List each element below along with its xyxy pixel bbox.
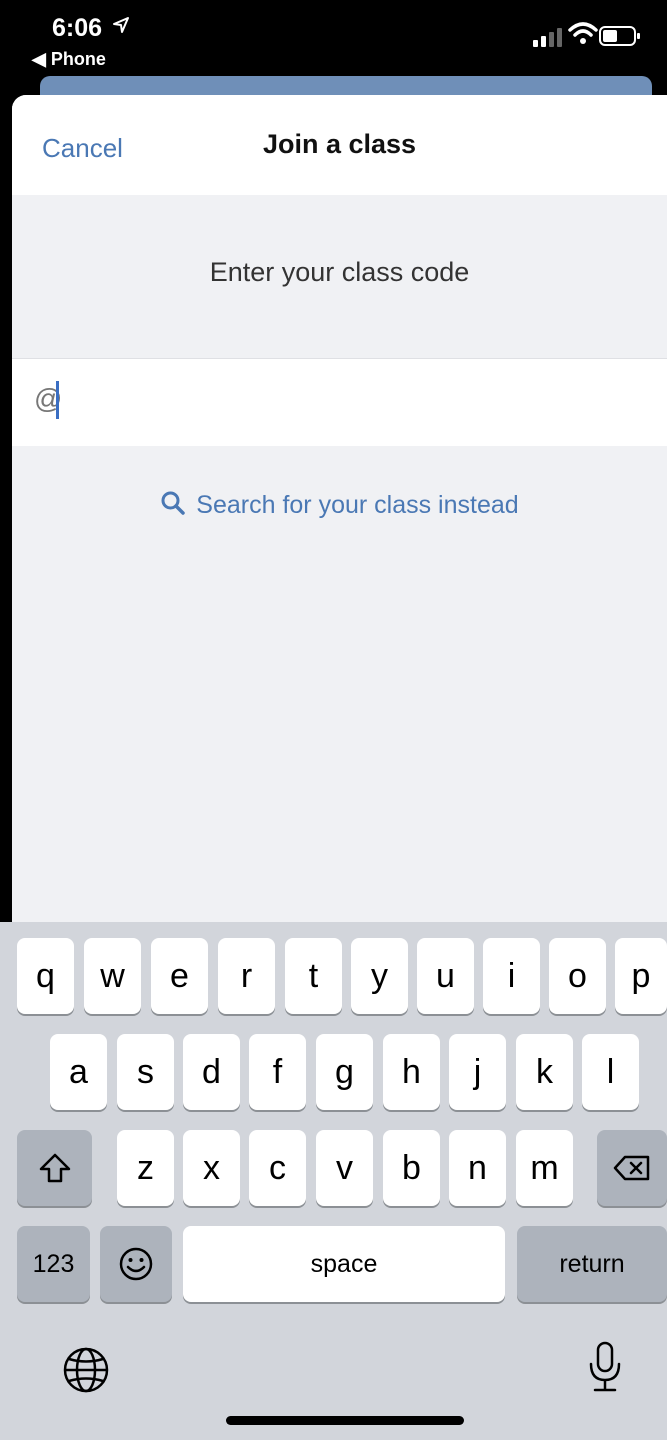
key-h[interactable]: h (383, 1034, 440, 1110)
space-key[interactable]: space (183, 1226, 505, 1302)
key-o[interactable]: o (549, 938, 606, 1014)
search-icon (161, 491, 186, 515)
key-e[interactable]: e (151, 938, 208, 1014)
key-w[interactable]: w (84, 938, 141, 1014)
battery-icon (599, 26, 640, 46)
key-b[interactable]: b (383, 1130, 440, 1206)
keyboard: q w e r t y u i o p a s d f g h j k l z … (0, 922, 667, 1440)
key-j[interactable]: j (449, 1034, 506, 1110)
key-n[interactable]: n (449, 1130, 506, 1206)
key-d[interactable]: d (183, 1034, 240, 1110)
key-y[interactable]: y (351, 938, 408, 1014)
class-code-prompt: Enter your class code (209, 257, 470, 287)
numbers-key[interactable]: 123 (17, 1226, 90, 1302)
shift-key[interactable] (17, 1130, 92, 1206)
key-g[interactable]: g (316, 1034, 373, 1110)
key-c[interactable]: c (249, 1130, 306, 1206)
location-arrow-icon (113, 17, 129, 33)
backspace-key[interactable] (597, 1130, 667, 1206)
microphone-icon[interactable] (585, 1340, 625, 1396)
key-x[interactable]: x (183, 1130, 240, 1206)
search-class-link[interactable]: Search for your class instead (12, 490, 667, 520)
page-title: Join a class (262, 129, 417, 159)
status-time: 6:06 (52, 14, 103, 42)
text-caret (56, 381, 59, 419)
key-p[interactable]: p (615, 938, 667, 1014)
nav-bar: Cancel Join a class (12, 95, 667, 195)
key-m[interactable]: m (516, 1130, 573, 1206)
key-v[interactable]: v (316, 1130, 373, 1206)
return-key[interactable]: return (517, 1226, 667, 1302)
key-q[interactable]: q (17, 938, 74, 1014)
key-r[interactable]: r (218, 938, 275, 1014)
shift-arrow-icon (39, 1153, 70, 1183)
key-a[interactable]: a (50, 1034, 107, 1110)
home-indicator[interactable] (226, 1416, 464, 1425)
cellular-signal-icon (533, 28, 562, 47)
class-code-input[interactable]: @ (12, 358, 667, 446)
status-bar: 6:06 ◀ Phone (0, 0, 667, 80)
key-l[interactable]: l (582, 1034, 639, 1110)
key-t[interactable]: t (285, 938, 342, 1014)
key-i[interactable]: i (483, 938, 540, 1014)
backspace-icon (613, 1155, 650, 1181)
key-s[interactable]: s (117, 1034, 174, 1110)
key-f[interactable]: f (249, 1034, 306, 1110)
key-k[interactable]: k (516, 1034, 573, 1110)
emoji-icon (119, 1247, 153, 1281)
emoji-key[interactable] (100, 1226, 172, 1302)
back-to-app-link[interactable]: ◀ Phone (32, 49, 106, 70)
search-class-label: Search for your class instead (196, 491, 519, 519)
wifi-icon (568, 22, 598, 44)
globe-icon[interactable] (61, 1345, 111, 1395)
key-u[interactable]: u (417, 938, 474, 1014)
key-z[interactable]: z (117, 1130, 174, 1206)
